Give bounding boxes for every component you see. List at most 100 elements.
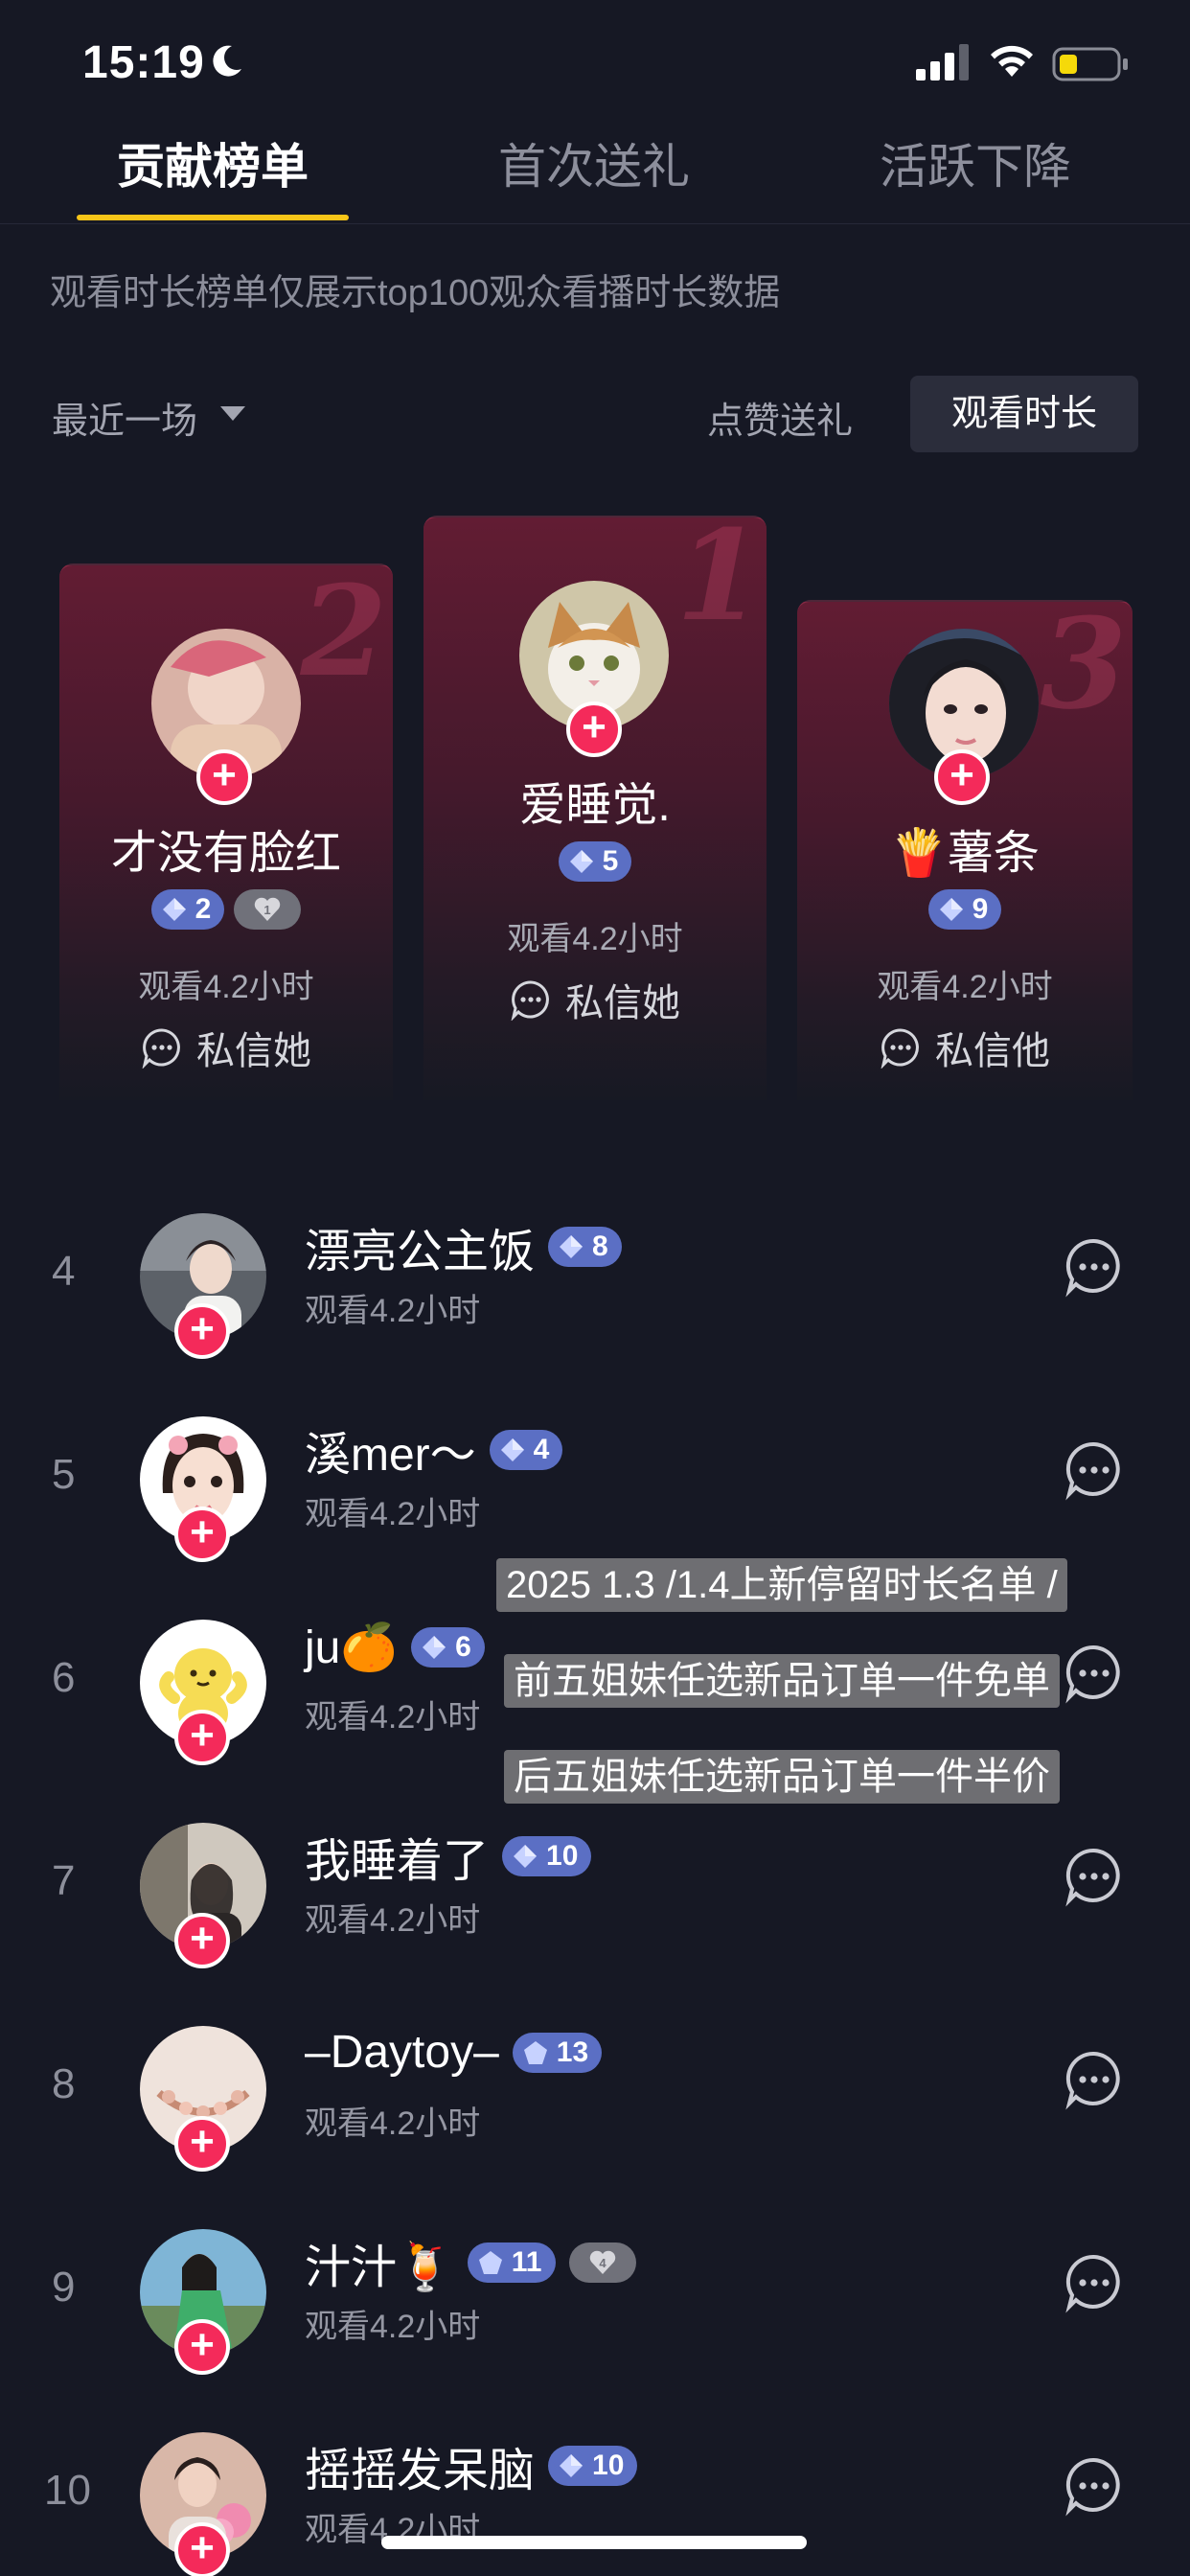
follow-plus-icon[interactable]: + (174, 1913, 230, 1968)
ranking-notice: 观看时长榜单仅展示top100观众看播时长数据 (50, 273, 781, 313)
list-item[interactable]: 9 + 汁汁🍹 11 4 观看4.2小时 (0, 2214, 1190, 2417)
svg-text:4: 4 (599, 2256, 606, 2270)
list-item[interactable]: 4 + 漂亮公主饭 8 观看4.2小时 (0, 1198, 1190, 1401)
watch-duration: 观看4.2小时 (507, 921, 683, 957)
watch-duration: 观看4.2小时 (305, 2105, 481, 2142)
heart-icon: 1 (255, 897, 281, 921)
user-name: 漂亮公主饭 (305, 1227, 536, 1277)
rank-number: 8 (52, 2060, 76, 2107)
watch-duration: 观看4.2小时 (305, 2309, 481, 2345)
message-icon[interactable] (1064, 2049, 1125, 2110)
follow-plus-icon[interactable]: + (174, 1506, 230, 1562)
level-badge: 10 (548, 2446, 638, 2486)
chat-bubble-icon (142, 1028, 180, 1069)
level-badge: 11 (467, 2242, 556, 2283)
follow-plus-icon[interactable]: + (174, 1710, 230, 1765)
user-name: ju🍊 (305, 1622, 399, 1673)
rank-number: 6 (52, 1654, 76, 1701)
rank-number: 10 (44, 2467, 91, 2514)
rank-number: 9 (52, 2264, 76, 2311)
watch-duration: 观看4.2小时 (877, 969, 1053, 1005)
dm-button[interactable]: 私信她 (59, 1020, 393, 1075)
rank-number: 4 (52, 1248, 76, 1295)
level-badge: 6 (411, 1626, 485, 1668)
diamond-icon (500, 1438, 524, 1461)
user-name: 我睡着了 (305, 1836, 490, 1887)
diamond-icon (423, 1635, 446, 1659)
diamond-icon (514, 1845, 538, 1868)
watch-duration: 观看4.2小时 (305, 1902, 481, 1939)
diamond-icon (560, 2454, 584, 2477)
follow-plus-icon[interactable]: + (934, 749, 990, 805)
podium-name: 🍟薯条 (890, 828, 1040, 879)
message-icon[interactable] (1064, 1236, 1125, 1298)
list-item[interactable]: 8 + –Daytoy– 13 观看4.2小时 (0, 2011, 1190, 2214)
level-badge: 10 (502, 1836, 592, 1876)
rank-number: 2 (300, 558, 387, 704)
diamond-icon (560, 1235, 584, 1258)
tab-first-gift[interactable]: 首次送礼 (498, 128, 690, 197)
overlay-caption-line-3: 后五姐妹任选新品订单一件半价 (504, 1750, 1060, 1804)
podium-card-rank-1[interactable]: 1 + 爱睡觉. 5 观看4.2小时 私信她 (423, 502, 767, 1100)
active-tab-indicator (77, 215, 349, 220)
user-name: 汁汁🍹 (305, 2242, 454, 2293)
wifi-icon (991, 45, 1033, 77)
follow-plus-icon[interactable]: + (196, 749, 252, 805)
podium-card-rank-2[interactable]: 2 + 才没有脸红 2 1 观看4.2小时 私信她 (59, 564, 393, 1100)
pentagon-gem-icon (523, 2040, 547, 2064)
home-indicator[interactable] (381, 2536, 807, 2549)
status-time: 15:19 (82, 37, 205, 88)
message-icon[interactable] (1064, 2252, 1125, 2313)
follow-plus-icon[interactable]: + (566, 702, 622, 757)
fan-club-badge: 4 (568, 2242, 636, 2283)
pentagon-gem-icon (478, 2251, 502, 2274)
chat-bubble-icon (881, 1028, 919, 1069)
dm-button[interactable]: 私信他 (797, 1020, 1133, 1075)
rank-number: 3 (1040, 590, 1127, 737)
level-badge: 8 (548, 1227, 622, 1267)
level-badge: 13 (512, 2032, 603, 2073)
message-icon[interactable] (1064, 1643, 1125, 1704)
battery-icon (1052, 47, 1128, 81)
period-filter[interactable]: 最近一场 (52, 391, 197, 444)
watch-duration: 观看4.2小时 (305, 1293, 481, 1329)
sort-watch-time-button[interactable]: 观看时长 (910, 376, 1138, 452)
message-icon[interactable] (1064, 1439, 1125, 1501)
overlay-caption-line-1: 2025 1.3 /1.4上新停留时长名单 / (496, 1558, 1067, 1612)
level-badge: 5 (558, 841, 632, 882)
chat-bubble-icon (511, 980, 549, 1021)
list-item[interactable]: 7 + 我睡着了 10 观看4.2小时 (0, 1807, 1190, 2011)
level-badge: 4 (489, 1430, 563, 1470)
fan-club-badge: 1 (234, 889, 302, 930)
diamond-icon (162, 898, 186, 921)
cellular-signal-icon (916, 44, 969, 80)
tab-activity-decline[interactable]: 活跃下降 (880, 128, 1071, 197)
list-item[interactable]: 10 + 摇摇发呆脑 10 观看4.2小时 (0, 2417, 1190, 2576)
podium-card-rank-3[interactable]: 3 + 🍟薯条 9 观看4.2小时 私信他 (797, 600, 1133, 1100)
rank-number: 7 (52, 1857, 76, 1904)
podium-name: 才没有脸红 (110, 828, 341, 879)
follow-plus-icon[interactable]: + (174, 2522, 230, 2576)
moon-icon (213, 45, 241, 77)
tab-contribution[interactable]: 贡献榜单 (117, 128, 309, 197)
follow-plus-icon[interactable]: + (174, 1303, 230, 1359)
follow-plus-icon[interactable]: + (174, 2116, 230, 2172)
watch-duration: 观看4.2小时 (305, 1496, 481, 1532)
caret-down-icon[interactable] (220, 406, 245, 421)
user-name: –Daytoy– (305, 2027, 499, 2078)
heart-icon: 4 (589, 2250, 615, 2274)
message-icon[interactable] (1064, 1846, 1125, 1907)
message-icon[interactable] (1064, 2455, 1125, 2517)
podium-name: 爱睡觉. (519, 780, 671, 831)
dm-button[interactable]: 私信她 (423, 972, 767, 1027)
follow-plus-icon[interactable]: + (174, 2319, 230, 2375)
sort-likes-gifts-button[interactable]: 点赞送礼 (707, 391, 853, 444)
status-bar: 15:19 (0, 0, 1190, 115)
user-name: 溪mer～ (305, 1430, 476, 1481)
watch-duration: 观看4.2小时 (138, 969, 314, 1005)
tab-bar: 贡献榜单 首次送礼 活跃下降 (0, 115, 1190, 224)
rank-number: 1 (675, 502, 763, 649)
overlay-caption-line-2: 前五姐妹任选新品订单一件免单 (504, 1654, 1060, 1708)
level-badge: 2 (150, 889, 225, 930)
diamond-icon (569, 850, 593, 873)
